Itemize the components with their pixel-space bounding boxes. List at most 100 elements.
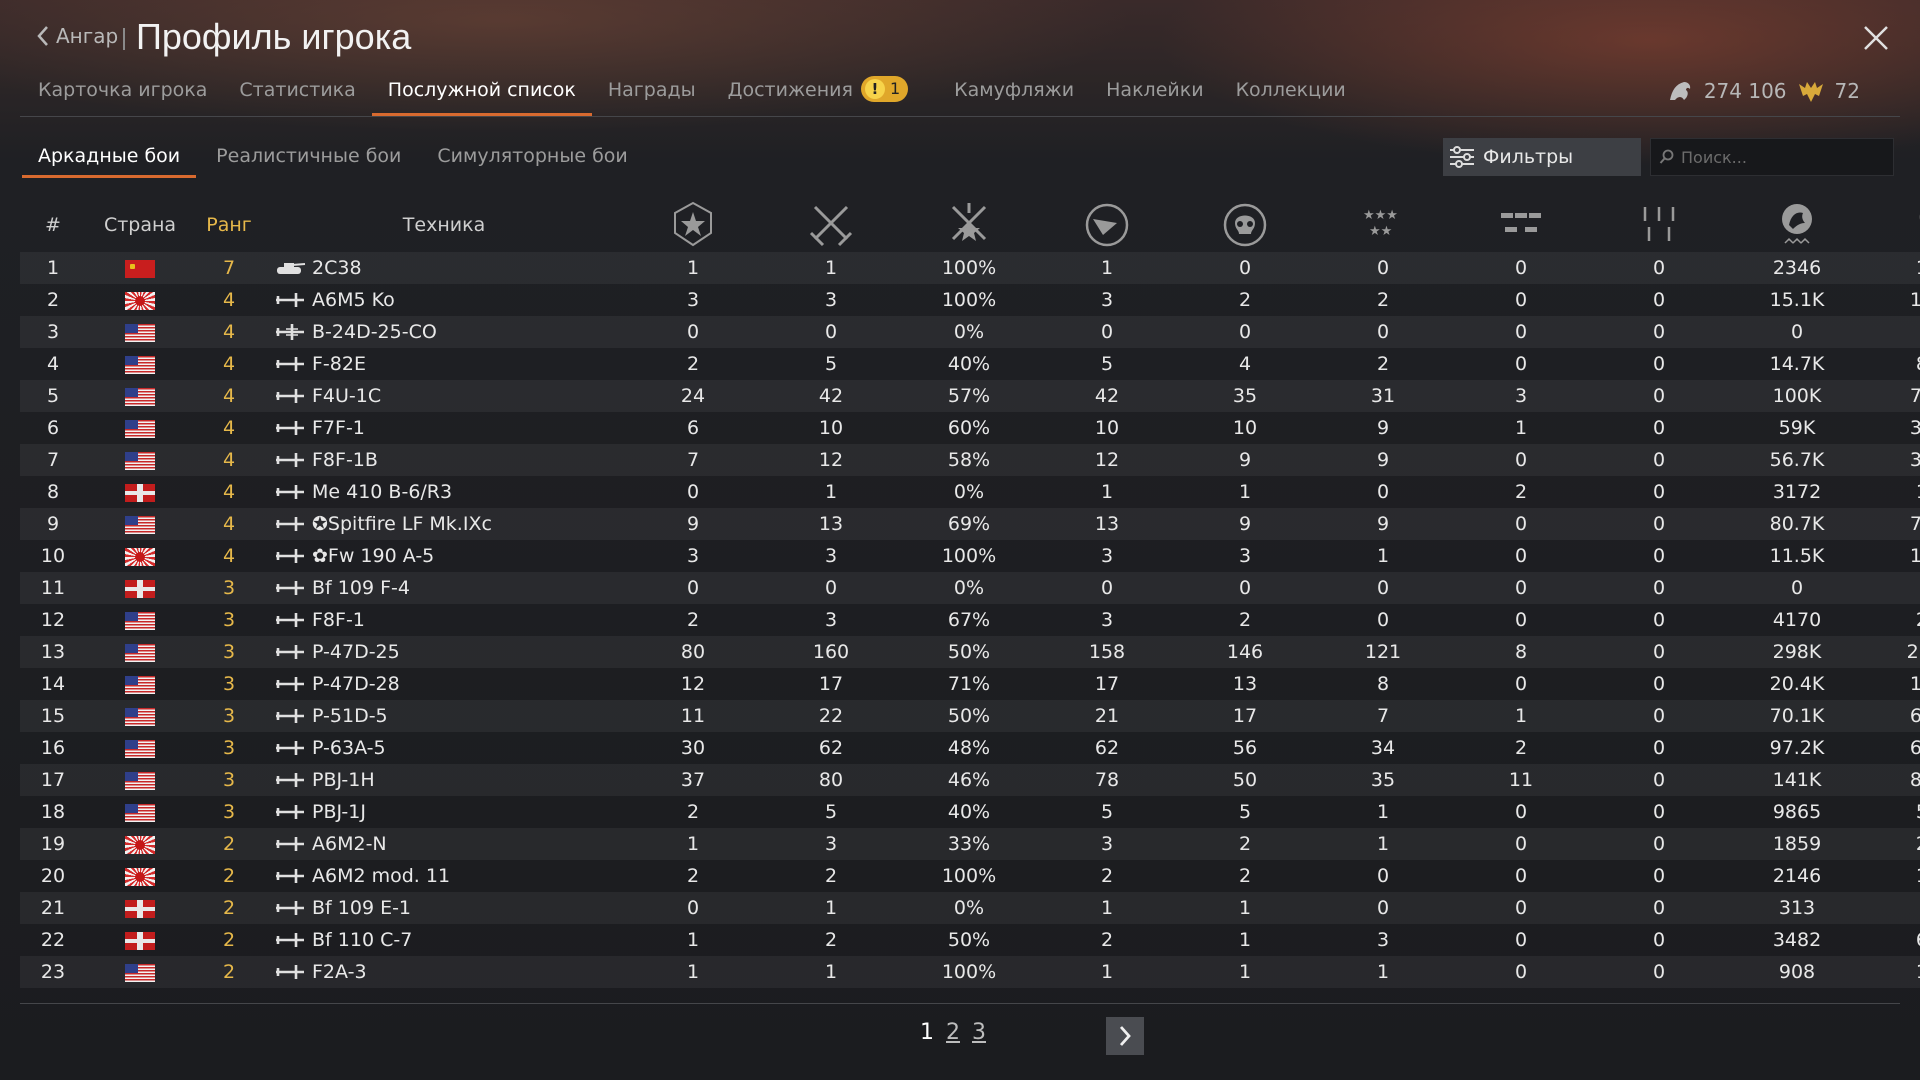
- vehicle-cell[interactable]: Me 410 B-6/R3: [264, 476, 624, 508]
- vehicle-cell[interactable]: A6M5 Ko: [264, 284, 624, 316]
- tab-realistic-battles[interactable]: Реалистичные бои: [198, 138, 419, 174]
- tab-player-card[interactable]: Карточка игрока: [22, 74, 223, 116]
- table-row[interactable]: 7 4 F8F-1B 7 12 58% 12 9 9 0 0 56.7K 3659: [20, 444, 1920, 476]
- column-header-air-kills[interactable]: ★★★ ★★: [1314, 198, 1452, 252]
- tab-awards[interactable]: Награды: [592, 74, 712, 116]
- column-header-number[interactable]: #: [20, 198, 86, 252]
- tab-service-record[interactable]: Послужной список: [371, 74, 592, 116]
- vehicle-cell[interactable]: ✿ Fw 190 A-5: [264, 540, 624, 572]
- table-row[interactable]: 18 3 PBJ-1J 2 5 40% 5 5 1 0 0 9865 566: [20, 796, 1920, 828]
- table-row[interactable]: 64F7F-161060%101091059K3754: [20, 412, 1920, 444]
- vehicle-cell[interactable]: F2A-3: [264, 956, 624, 988]
- vehicle-cell[interactable]: PBJ-1H: [264, 764, 624, 796]
- table-row[interactable]: 9 4 ✪Spitfire LF Mk.IXc 9 13 69% 13 9 9 0 0 80.7K 74…: [20, 508, 1920, 540]
- vehicle-cell[interactable]: A6M2 mod. 11: [264, 860, 624, 892]
- table-row[interactable]: 5 4 F4U-1C 24 42 57% 42 35 31 3 0 100K 7398: [20, 380, 1920, 412]
- vehicle-cell[interactable]: F8F-1: [264, 604, 624, 636]
- back-to-hangar-button[interactable]: Ангар: [36, 24, 118, 48]
- vehicle-cell[interactable]: 2С38: [264, 252, 624, 284]
- table-row[interactable]: 23 2 F2A-3 1 1 100% 1 1 1 0 0 908 160: [20, 956, 1920, 988]
- tab-arcade-battles[interactable]: Аркадные бои: [20, 138, 198, 178]
- table-row[interactable]: 1 7 2С38 1 1 100% 1 0 0 0 0 2346 172: [20, 252, 1920, 284]
- vehicle-cell[interactable]: Bf 109 F-4: [264, 572, 624, 604]
- filters-button[interactable]: Фильтры: [1443, 138, 1641, 176]
- rank-cell: 3: [222, 801, 236, 823]
- vehicle-cell[interactable]: B-24D-25-CO: [264, 316, 624, 348]
- air-kills-cell: 3: [1376, 929, 1390, 951]
- research-points-cell: 207: [1866, 828, 1920, 860]
- tab-achievements[interactable]: Достижения ! 1: [712, 74, 925, 116]
- vehicle-cell[interactable]: PBJ-1J: [264, 796, 624, 828]
- tab-statistics[interactable]: Статистика: [223, 74, 371, 116]
- column-header-country[interactable]: Страна: [86, 198, 194, 252]
- column-header-missions[interactable]: [762, 198, 900, 252]
- page-link-2[interactable]: 2: [946, 1020, 960, 1045]
- table-row[interactable]: 2 4 A6M5 Ko 3 3 100% 3 2 2 0 0 15.1K 1370: [20, 284, 1920, 316]
- tab-simulator-battles[interactable]: Симуляторные бои: [419, 138, 645, 174]
- vehicle-cell[interactable]: F7F-1: [264, 412, 624, 444]
- table-row[interactable]: 133P-47D-258016050%15814612180298K21.7K: [20, 636, 1920, 668]
- column-header-battles[interactable]: [624, 198, 762, 252]
- win-rate-cell: 100%: [941, 865, 997, 887]
- vehicle-name: P-47D-28: [312, 673, 400, 695]
- vehicle-cell[interactable]: Bf 109 E-1: [264, 892, 624, 924]
- vehicle-cell[interactable]: P-47D-25: [264, 636, 624, 668]
- table-row[interactable]: 14 3 P-47D-28 12 17 71% 17 13 8 0 0 20.4K 1475: [20, 668, 1920, 700]
- battles-cell: 3: [686, 289, 700, 311]
- close-icon[interactable]: [1862, 24, 1890, 52]
- plane-icon: [276, 741, 304, 755]
- table-row[interactable]: 11 3 Bf 109 F-4 0 0 0% 0 0 0 0 0 0 0: [20, 572, 1920, 604]
- ground-kills-cell: 0: [1514, 673, 1528, 695]
- table-row[interactable]: 16 3 P-63A-5 30 62 48% 62 56 34 2 0 97.2K 6625: [20, 732, 1920, 764]
- vehicle-cell[interactable]: P-63A-5: [264, 732, 624, 764]
- country-cell: [86, 412, 194, 444]
- column-header-research-points[interactable]: [1866, 198, 1920, 252]
- table-row[interactable]: 19 2 A6M2-N 1 3 33% 3 2 1 0 0 1859 207: [20, 828, 1920, 860]
- vehicle-cell[interactable]: P-51D-5: [264, 700, 624, 732]
- table-row[interactable]: 21 2 Bf 109 E-1 0 1 0% 1 1 0 0 0 313 38: [20, 892, 1920, 924]
- table-row[interactable]: 202A6M2 mod. 1122100%220002146174: [20, 860, 1920, 892]
- naval-kills-cell: 0: [1652, 417, 1666, 439]
- air-kills-cell: 31: [1370, 385, 1396, 407]
- column-header-vehicle[interactable]: Техника: [264, 198, 624, 252]
- table-row[interactable]: 12 3 F8F-1 2 3 67% 3 2 0 0 0 4170 201: [20, 604, 1920, 636]
- column-header-deaths[interactable]: [1176, 198, 1314, 252]
- next-page-button[interactable]: [1106, 1017, 1144, 1055]
- table-row[interactable]: 17 3 PBJ-1H 37 80 46% 78 50 35 11 0 141K 8371: [20, 764, 1920, 796]
- search-input[interactable]: [1679, 146, 1883, 168]
- tab-camouflages[interactable]: Камуфляжи: [938, 74, 1090, 116]
- column-header-win-rate[interactable]: [900, 198, 1038, 252]
- battles-cell: 11: [680, 705, 706, 727]
- table-row[interactable]: 104✿Fw 190 A-533100%3310011.5K1071: [20, 540, 1920, 572]
- subtab-label: Аркадные бои: [38, 145, 181, 167]
- win-rate-cell: 50%: [947, 641, 991, 663]
- vehicle-cell[interactable]: ✪Spitfire LF Mk.IXc: [264, 508, 624, 540]
- table-row[interactable]: 8 4 Me 410 B-6/R3 0 1 0% 1 1 0 2 0 3172 127: [20, 476, 1920, 508]
- column-header-naval-kills[interactable]: [1590, 198, 1728, 252]
- table-row[interactable]: 222Bf 110 C-71250%213003482622: [20, 924, 1920, 956]
- vehicle-cell[interactable]: Bf 110 C-7: [264, 924, 624, 956]
- vehicle-cell[interactable]: F8F-1B: [264, 444, 624, 476]
- vehicle-cell[interactable]: A6M2-N: [264, 828, 624, 860]
- row-number: 12: [40, 609, 66, 631]
- table-row[interactable]: 3 4 B-24D-25-CO 0 0 0% 0 0 0 0 0 0 0: [20, 316, 1920, 348]
- tab-decals[interactable]: Наклейки: [1090, 74, 1219, 116]
- vehicle-cell[interactable]: P-47D-28: [264, 668, 624, 700]
- table-row[interactable]: 4 4 F-82E 2 5 40% 5 4 2 0 0 14.7K 840: [20, 348, 1920, 380]
- ground-kills-cell: 0: [1514, 289, 1528, 311]
- tab-collections[interactable]: Коллекции: [1220, 74, 1362, 116]
- search-box[interactable]: [1650, 138, 1894, 176]
- research-points-cell: 6572: [1909, 705, 1920, 727]
- vehicle-cell[interactable]: F-82E: [264, 348, 624, 380]
- column-header-ground-kills[interactable]: [1452, 198, 1590, 252]
- column-header-rank[interactable]: Ранг: [194, 198, 264, 252]
- page-link-3[interactable]: 3: [972, 1020, 986, 1045]
- column-header-respawns[interactable]: [1038, 198, 1176, 252]
- win-rate-cell: 33%: [947, 833, 991, 855]
- naval-kills-cell: 0: [1652, 833, 1666, 855]
- column-header-silver-lions[interactable]: [1728, 198, 1866, 252]
- vehicle-cell[interactable]: F4U-1C: [264, 380, 624, 412]
- page-link-1[interactable]: 1: [920, 1020, 934, 1045]
- table-row[interactable]: 15 3 P-51D-5 11 22 50% 21 17 7 1 0 70.1K 6572: [20, 700, 1920, 732]
- naval-kills-cell: 0: [1652, 673, 1666, 695]
